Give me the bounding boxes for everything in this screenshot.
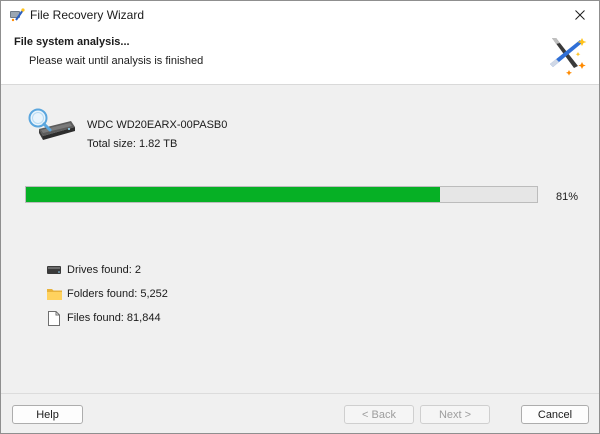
cancel-button[interactable]: Cancel	[521, 405, 589, 424]
wizard-window: File Recovery Wizard File system analysi…	[0, 0, 600, 434]
drive-name: WDC WD20EARX-00PASB0	[87, 119, 228, 131]
magic-wand-icon	[544, 32, 590, 78]
files-found-label: Files found: 81,844	[67, 312, 161, 324]
analysis-progress-bar	[25, 186, 538, 203]
app-wizard-icon	[9, 7, 25, 23]
window-title: File Recovery Wizard	[30, 8, 145, 22]
close-icon	[575, 10, 585, 20]
progress-fill	[26, 187, 440, 202]
page-title: File system analysis...	[14, 36, 130, 48]
wizard-header: File system analysis... Please wait unti…	[1, 29, 599, 85]
folder-icon	[46, 286, 62, 302]
file-icon	[46, 310, 62, 326]
wizard-footer: Help < Back Next > Cancel	[1, 393, 599, 433]
next-button[interactable]: Next >	[420, 405, 490, 424]
drives-found: Drives found: 2	[46, 262, 141, 278]
drives-found-label: Drives found: 2	[67, 264, 141, 276]
back-button[interactable]: < Back	[344, 405, 414, 424]
page-subtitle: Please wait until analysis is finished	[29, 55, 204, 67]
files-found: Files found: 81,844	[46, 310, 161, 326]
folders-found: Folders found: 5,252	[46, 286, 168, 302]
drive-icon	[46, 262, 62, 278]
title-bar: File Recovery Wizard	[1, 1, 599, 29]
progress-percent: 81%	[556, 191, 579, 203]
close-button[interactable]	[561, 1, 599, 29]
drive-total-size: Total size: 1.82 TB	[87, 138, 178, 150]
folders-found-label: Folders found: 5,252	[67, 288, 168, 300]
hard-drive-search-icon	[25, 107, 77, 143]
help-button[interactable]: Help	[12, 405, 83, 424]
